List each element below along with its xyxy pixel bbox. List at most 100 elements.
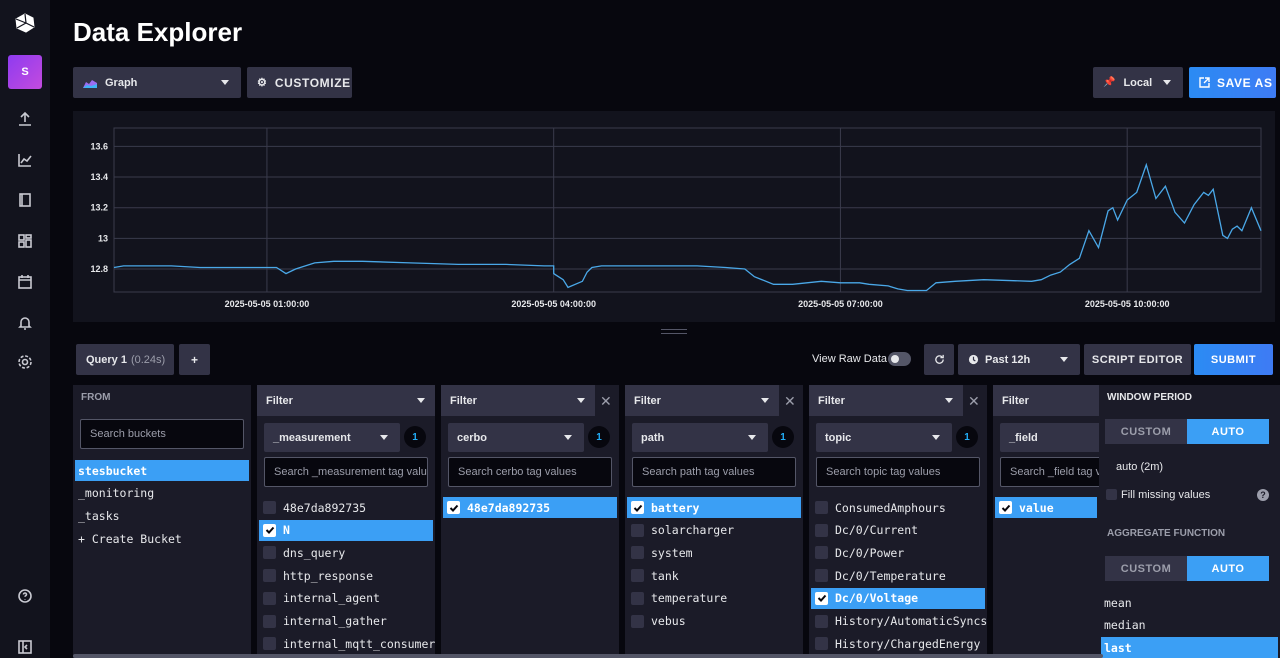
settings-gear-icon[interactable] <box>15 352 35 372</box>
horizontal-scrollbar[interactable] <box>73 654 1103 658</box>
tag-value-item[interactable]: Dc/0/Power <box>811 542 985 563</box>
remove-filter-icon[interactable]: ✕ <box>600 393 612 410</box>
remove-filter-icon[interactable]: ✕ <box>784 393 796 410</box>
tag-value-item[interactable]: http_response <box>259 565 433 586</box>
alerts-bell-icon[interactable] <box>15 313 35 333</box>
tag-key-dropdown[interactable]: path <box>632 423 768 452</box>
tag-value-search-input[interactable]: Search _field tag values <box>1000 457 1099 487</box>
tag-value-item[interactable]: vebus <box>627 611 801 632</box>
resize-handle[interactable] <box>661 329 687 334</box>
y-tick-label: 13.6 <box>90 141 108 151</box>
user-avatar[interactable]: S <box>8 55 42 89</box>
left-nav: S <box>0 0 50 658</box>
tag-value-item[interactable]: History/ChargedEnergy <box>811 633 985 654</box>
window-auto-toggle[interactable]: AUTO <box>1187 419 1269 444</box>
aggregate-auto-toggle[interactable]: AUTO <box>1187 556 1269 581</box>
tag-value-search-placeholder: Search path tag values <box>642 466 755 478</box>
aggregate-function-item[interactable]: mean <box>1101 592 1278 613</box>
window-custom-toggle[interactable]: CUSTOM <box>1105 419 1187 444</box>
bucket-search-input[interactable]: Search buckets <box>80 419 244 449</box>
tag-value-item[interactable]: N <box>259 519 433 541</box>
query-tab[interactable]: Query 1 (0.24s) <box>76 344 174 375</box>
refresh-button[interactable] <box>924 344 954 375</box>
gear-icon: ⚙ <box>257 77 267 89</box>
tag-key-dropdown[interactable]: topic <box>816 423 952 452</box>
aggregate-custom-toggle[interactable]: CUSTOM <box>1105 556 1187 581</box>
tag-key-dropdown[interactable]: cerbo <box>448 423 584 452</box>
checkbox-icon <box>263 569 276 583</box>
tag-key-dropdown[interactable]: _measurement <box>264 423 400 452</box>
bucket-item[interactable]: _tasks <box>75 505 249 526</box>
tag-value-item[interactable]: solarcharger <box>627 520 801 541</box>
series-line <box>113 162 1262 292</box>
window-period-title: WINDOW PERIOD <box>1107 392 1192 403</box>
tag-value-item[interactable]: Dc/0/Voltage <box>811 587 985 609</box>
checkbox-icon <box>815 501 828 514</box>
filter-function-dropdown[interactable]: Filter <box>625 385 779 416</box>
influxdb-logo-icon[interactable] <box>14 12 36 34</box>
filter-head-label: Filter <box>818 394 845 407</box>
checkbox-checked-icon <box>999 501 1012 514</box>
aggregate-function-item[interactable]: median <box>1101 615 1278 636</box>
timezone-dropdown[interactable]: 📌 Local <box>1093 67 1183 98</box>
tag-value-search-input[interactable]: Search topic tag values <box>816 457 980 487</box>
x-tick-label: 2025-05-05 10:00:00 <box>1085 299 1170 309</box>
help-icon[interactable]: ? <box>1257 489 1269 501</box>
create-bucket-button[interactable]: + Create Bucket <box>75 528 249 549</box>
page-title: Data Explorer <box>73 17 243 47</box>
submit-button[interactable]: SUBMIT <box>1194 344 1273 375</box>
bucket-item[interactable]: _monitoring <box>75 483 249 504</box>
checkbox-icon <box>263 614 276 628</box>
tag-value-item[interactable]: tank <box>627 565 801 586</box>
checkbox-icon <box>815 523 828 537</box>
remove-filter-icon[interactable]: ✕ <box>968 393 980 410</box>
tag-value-item[interactable]: Dc/0/Current <box>811 520 985 541</box>
tasks-calendar-icon[interactable] <box>15 272 35 292</box>
bucket-item[interactable]: stesbucket <box>75 460 249 481</box>
tag-value-search-input[interactable]: Search cerbo tag values <box>448 457 612 487</box>
time-range-dropdown[interactable]: Past 12h <box>958 344 1080 375</box>
notebook-icon[interactable] <box>15 190 35 210</box>
tag-value-label: tank <box>651 568 679 583</box>
tag-value-item[interactable]: internal_agent <box>259 588 433 609</box>
tag-value-item[interactable]: value <box>995 497 1097 518</box>
aggregate-custom-label: CUSTOM <box>1120 562 1172 575</box>
tag-value-item[interactable]: dns_query <box>259 542 433 563</box>
help-icon[interactable] <box>15 586 35 606</box>
customize-label: CUSTOMIZE <box>274 75 351 90</box>
tag-value-search-input[interactable]: Search path tag values <box>632 457 796 487</box>
script-editor-button[interactable]: SCRIPT EDITOR <box>1084 344 1191 375</box>
tag-value-item[interactable]: ConsumedAmphours <box>811 497 985 518</box>
checkbox-icon <box>631 591 644 605</box>
tag-value-item[interactable]: system <box>627 542 801 563</box>
chevron-down-icon <box>564 435 572 440</box>
tag-value-item[interactable]: 48e7da892735 <box>259 497 433 518</box>
data-explorer-icon[interactable] <box>15 150 35 170</box>
tag-value-item[interactable]: internal_gather <box>259 611 433 632</box>
filter-function-dropdown[interactable]: Filter <box>809 385 963 416</box>
script-editor-label: SCRIPT EDITOR <box>1091 353 1184 366</box>
view-raw-data-toggle[interactable] <box>888 352 911 366</box>
filter-function-dropdown[interactable]: Filter <box>257 385 435 416</box>
tag-value-search-input[interactable]: Search _measurement tag values <box>264 457 428 487</box>
fill-missing-checkbox[interactable] <box>1106 489 1117 500</box>
customize-button[interactable]: ⚙ CUSTOMIZE <box>247 67 352 98</box>
dashboards-icon[interactable] <box>15 231 35 251</box>
collapse-nav-icon[interactable] <box>15 637 35 657</box>
tag-value-item[interactable]: Dc/0/Temperature <box>811 565 985 586</box>
tag-value-item[interactable]: History/AutomaticSyncs <box>811 611 987 632</box>
checkbox-checked-icon <box>447 501 460 514</box>
tag-key-dropdown[interactable]: _field <box>1000 423 1099 452</box>
filter-function-dropdown[interactable]: Filter <box>441 385 595 416</box>
aggregate-function-item[interactable]: last <box>1101 637 1278 658</box>
filter-function-dropdown[interactable]: Filter <box>993 385 1099 416</box>
tag-value-item[interactable]: temperature <box>627 588 801 609</box>
tag-value-item[interactable]: battery <box>627 497 801 518</box>
tag-value-item[interactable]: 48e7da892735 <box>443 497 617 518</box>
add-query-button[interactable]: + <box>179 344 210 375</box>
tag-value-item[interactable]: internal_mqtt_consumer <box>259 633 435 654</box>
save-as-button[interactable]: SAVE AS <box>1189 67 1276 98</box>
upload-icon[interactable] <box>15 109 35 129</box>
view-type-dropdown[interactable]: Graph <box>73 67 241 98</box>
tag-value-label: solarcharger <box>651 523 735 538</box>
